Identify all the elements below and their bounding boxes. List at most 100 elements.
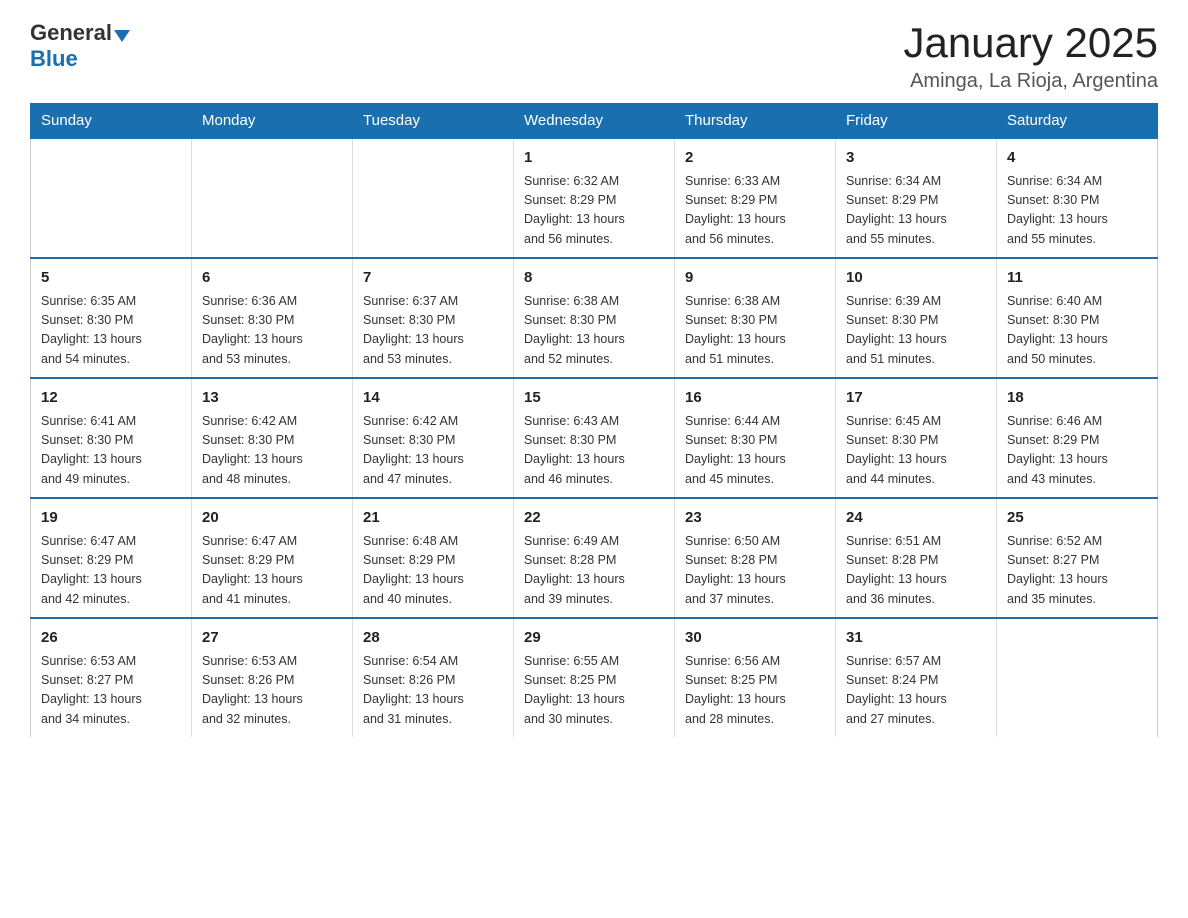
calendar-cell: 8Sunrise: 6:38 AMSunset: 8:30 PMDaylight… [514,258,675,378]
day-number: 29 [524,627,664,650]
day-info: Sunrise: 6:48 AMSunset: 8:29 PMDaylight:… [363,532,503,610]
column-header-monday: Monday [192,104,353,139]
calendar-cell: 12Sunrise: 6:41 AMSunset: 8:30 PMDayligh… [31,378,192,498]
day-info: Sunrise: 6:32 AMSunset: 8:29 PMDaylight:… [524,172,664,250]
calendar-cell [997,618,1158,737]
calendar-cell [31,138,192,258]
day-info: Sunrise: 6:43 AMSunset: 8:30 PMDaylight:… [524,412,664,490]
day-number: 28 [363,627,503,650]
day-number: 11 [1007,267,1147,290]
calendar-cell: 18Sunrise: 6:46 AMSunset: 8:29 PMDayligh… [997,378,1158,498]
day-info: Sunrise: 6:42 AMSunset: 8:30 PMDaylight:… [363,412,503,490]
day-info: Sunrise: 6:50 AMSunset: 8:28 PMDaylight:… [685,532,825,610]
day-number: 10 [846,267,986,290]
day-number: 5 [41,267,181,290]
calendar-cell: 28Sunrise: 6:54 AMSunset: 8:26 PMDayligh… [353,618,514,737]
day-info: Sunrise: 6:47 AMSunset: 8:29 PMDaylight:… [202,532,342,610]
day-number: 26 [41,627,181,650]
calendar-cell: 4Sunrise: 6:34 AMSunset: 8:30 PMDaylight… [997,138,1158,258]
day-number: 4 [1007,147,1147,170]
day-info: Sunrise: 6:53 AMSunset: 8:26 PMDaylight:… [202,652,342,730]
page-header: General Blue January 2025 Aminga, La Rio… [30,20,1158,93]
calendar-cell: 21Sunrise: 6:48 AMSunset: 8:29 PMDayligh… [353,498,514,618]
calendar-week-row: 19Sunrise: 6:47 AMSunset: 8:29 PMDayligh… [31,498,1158,618]
day-number: 3 [846,147,986,170]
day-info: Sunrise: 6:41 AMSunset: 8:30 PMDaylight:… [41,412,181,490]
day-number: 16 [685,387,825,410]
day-info: Sunrise: 6:44 AMSunset: 8:30 PMDaylight:… [685,412,825,490]
logo-arrow-icon [114,30,130,42]
day-number: 30 [685,627,825,650]
day-number: 8 [524,267,664,290]
day-info: Sunrise: 6:54 AMSunset: 8:26 PMDaylight:… [363,652,503,730]
day-info: Sunrise: 6:34 AMSunset: 8:29 PMDaylight:… [846,172,986,250]
calendar-cell: 26Sunrise: 6:53 AMSunset: 8:27 PMDayligh… [31,618,192,737]
day-number: 18 [1007,387,1147,410]
calendar-cell [353,138,514,258]
main-title: January 2025 [903,20,1158,66]
day-number: 27 [202,627,342,650]
column-header-sunday: Sunday [31,104,192,139]
calendar-cell: 3Sunrise: 6:34 AMSunset: 8:29 PMDaylight… [836,138,997,258]
day-number: 15 [524,387,664,410]
day-number: 13 [202,387,342,410]
day-info: Sunrise: 6:51 AMSunset: 8:28 PMDaylight:… [846,532,986,610]
calendar-cell [192,138,353,258]
column-header-friday: Friday [836,104,997,139]
column-header-thursday: Thursday [675,104,836,139]
day-number: 7 [363,267,503,290]
calendar-cell: 22Sunrise: 6:49 AMSunset: 8:28 PMDayligh… [514,498,675,618]
calendar-week-row: 26Sunrise: 6:53 AMSunset: 8:27 PMDayligh… [31,618,1158,737]
day-info: Sunrise: 6:42 AMSunset: 8:30 PMDaylight:… [202,412,342,490]
calendar-cell: 11Sunrise: 6:40 AMSunset: 8:30 PMDayligh… [997,258,1158,378]
day-number: 23 [685,507,825,530]
day-info: Sunrise: 6:34 AMSunset: 8:30 PMDaylight:… [1007,172,1147,250]
day-number: 20 [202,507,342,530]
column-header-wednesday: Wednesday [514,104,675,139]
logo-text-blue: Blue [30,46,78,71]
day-number: 19 [41,507,181,530]
day-number: 21 [363,507,503,530]
logo-text-general: General [30,20,112,46]
day-info: Sunrise: 6:33 AMSunset: 8:29 PMDaylight:… [685,172,825,250]
calendar-cell: 16Sunrise: 6:44 AMSunset: 8:30 PMDayligh… [675,378,836,498]
calendar-cell: 7Sunrise: 6:37 AMSunset: 8:30 PMDaylight… [353,258,514,378]
day-info: Sunrise: 6:46 AMSunset: 8:29 PMDaylight:… [1007,412,1147,490]
calendar-cell: 24Sunrise: 6:51 AMSunset: 8:28 PMDayligh… [836,498,997,618]
day-number: 6 [202,267,342,290]
calendar-cell: 2Sunrise: 6:33 AMSunset: 8:29 PMDaylight… [675,138,836,258]
day-info: Sunrise: 6:36 AMSunset: 8:30 PMDaylight:… [202,292,342,370]
day-info: Sunrise: 6:52 AMSunset: 8:27 PMDaylight:… [1007,532,1147,610]
logo: General Blue [30,20,130,72]
calendar-cell: 1Sunrise: 6:32 AMSunset: 8:29 PMDaylight… [514,138,675,258]
calendar-cell: 14Sunrise: 6:42 AMSunset: 8:30 PMDayligh… [353,378,514,498]
day-info: Sunrise: 6:38 AMSunset: 8:30 PMDaylight:… [524,292,664,370]
day-info: Sunrise: 6:37 AMSunset: 8:30 PMDaylight:… [363,292,503,370]
calendar-cell: 30Sunrise: 6:56 AMSunset: 8:25 PMDayligh… [675,618,836,737]
day-number: 9 [685,267,825,290]
calendar-cell: 23Sunrise: 6:50 AMSunset: 8:28 PMDayligh… [675,498,836,618]
day-info: Sunrise: 6:40 AMSunset: 8:30 PMDaylight:… [1007,292,1147,370]
calendar-cell: 29Sunrise: 6:55 AMSunset: 8:25 PMDayligh… [514,618,675,737]
calendar-cell: 31Sunrise: 6:57 AMSunset: 8:24 PMDayligh… [836,618,997,737]
calendar-cell: 6Sunrise: 6:36 AMSunset: 8:30 PMDaylight… [192,258,353,378]
calendar-week-row: 5Sunrise: 6:35 AMSunset: 8:30 PMDaylight… [31,258,1158,378]
calendar-cell: 10Sunrise: 6:39 AMSunset: 8:30 PMDayligh… [836,258,997,378]
day-info: Sunrise: 6:38 AMSunset: 8:30 PMDaylight:… [685,292,825,370]
title-section: January 2025 Aminga, La Rioja, Argentina [903,20,1158,93]
column-header-tuesday: Tuesday [353,104,514,139]
calendar-cell: 15Sunrise: 6:43 AMSunset: 8:30 PMDayligh… [514,378,675,498]
calendar-cell: 9Sunrise: 6:38 AMSunset: 8:30 PMDaylight… [675,258,836,378]
calendar-cell: 20Sunrise: 6:47 AMSunset: 8:29 PMDayligh… [192,498,353,618]
day-number: 31 [846,627,986,650]
subtitle: Aminga, La Rioja, Argentina [903,70,1158,93]
calendar-header-row: SundayMondayTuesdayWednesdayThursdayFrid… [31,104,1158,139]
day-number: 17 [846,387,986,410]
day-number: 12 [41,387,181,410]
day-info: Sunrise: 6:47 AMSunset: 8:29 PMDaylight:… [41,532,181,610]
day-number: 14 [363,387,503,410]
day-info: Sunrise: 6:39 AMSunset: 8:30 PMDaylight:… [846,292,986,370]
day-number: 24 [846,507,986,530]
calendar-cell: 5Sunrise: 6:35 AMSunset: 8:30 PMDaylight… [31,258,192,378]
day-number: 2 [685,147,825,170]
